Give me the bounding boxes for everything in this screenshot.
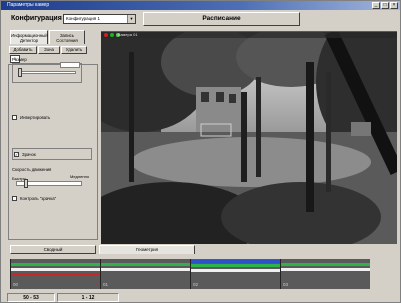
maximize-icon[interactable]: □ bbox=[381, 2, 389, 9]
camera-image bbox=[101, 32, 397, 244]
timeline-segment-label: 02 bbox=[193, 282, 199, 287]
speed-slider-thumb[interactable] bbox=[24, 179, 28, 188]
chevron-down-icon[interactable]: ▼ bbox=[127, 15, 135, 23]
timeline-segment[interactable]: 03 2 bbox=[280, 259, 370, 289]
config-select-value: Конфигурация 1 bbox=[66, 16, 100, 21]
status-range-right: 1 - 12 bbox=[57, 293, 119, 302]
pupil-label: Зрачок bbox=[22, 152, 36, 157]
status-indicator-icon bbox=[110, 33, 114, 37]
slow-label: Медленно bbox=[70, 174, 90, 179]
camera-view[interactable] bbox=[101, 32, 397, 244]
size-slider-track[interactable] bbox=[18, 71, 76, 74]
status-range-left: 50 - 53 bbox=[7, 293, 55, 302]
pupil-control-label: Контроль "зрачка" bbox=[20, 196, 57, 201]
size-label: Размер bbox=[12, 57, 27, 62]
timeline-segment-mark: 1 bbox=[95, 282, 98, 287]
timeline-segment[interactable]: 01 bbox=[100, 259, 190, 289]
timeline-segment-label: 03 bbox=[283, 282, 289, 287]
size-slider-thumb[interactable] bbox=[18, 68, 22, 77]
invert-checkbox[interactable] bbox=[12, 115, 17, 120]
tab-summary[interactable]: Сводный bbox=[10, 245, 96, 254]
window-titlebar: Параметры камер _ □ × bbox=[1, 1, 400, 10]
window-title: Параметры камер bbox=[7, 2, 50, 8]
timeline-segment[interactable]: 00 1 bbox=[10, 259, 100, 289]
timeline-segment[interactable]: 02 bbox=[190, 259, 280, 289]
minimize-icon[interactable]: _ bbox=[372, 2, 380, 9]
zone-button[interactable]: Зона bbox=[38, 46, 60, 54]
config-select[interactable]: Конфигурация 1 ▼ bbox=[63, 14, 136, 24]
timeline-segment-label: 00 bbox=[13, 282, 19, 287]
camera-header-bar bbox=[101, 31, 397, 38]
close-icon[interactable]: × bbox=[390, 2, 398, 9]
timeline-segment-label: 01 bbox=[103, 282, 109, 287]
add-button[interactable]: Добавить bbox=[9, 46, 37, 54]
invert-label: Инвертировать bbox=[20, 115, 51, 120]
config-bar: Конфигурация Конфигурация 1 ▼ Расписание bbox=[3, 11, 400, 27]
tab-info-detector[interactable]: Информационный Детектор bbox=[10, 30, 48, 44]
schedule-button[interactable]: Расписание bbox=[143, 12, 300, 26]
pupil-checkbox[interactable]: ✓ bbox=[14, 152, 19, 157]
pupil-control-checkbox[interactable] bbox=[12, 196, 17, 201]
tab-record-state[interactable]: Запись Состояния bbox=[49, 30, 85, 44]
timeline-segment-mark: 2 bbox=[365, 282, 368, 287]
speed-label: Скорость движения bbox=[12, 167, 52, 172]
config-label: Конфигурация bbox=[11, 15, 62, 22]
camera-name: Камера 01 bbox=[118, 32, 138, 37]
size-value-field[interactable] bbox=[60, 62, 80, 68]
tab-geometry[interactable]: Геометрия bbox=[99, 245, 195, 254]
delete-button[interactable]: Удалить bbox=[61, 46, 87, 54]
record-indicator-icon bbox=[104, 33, 108, 37]
